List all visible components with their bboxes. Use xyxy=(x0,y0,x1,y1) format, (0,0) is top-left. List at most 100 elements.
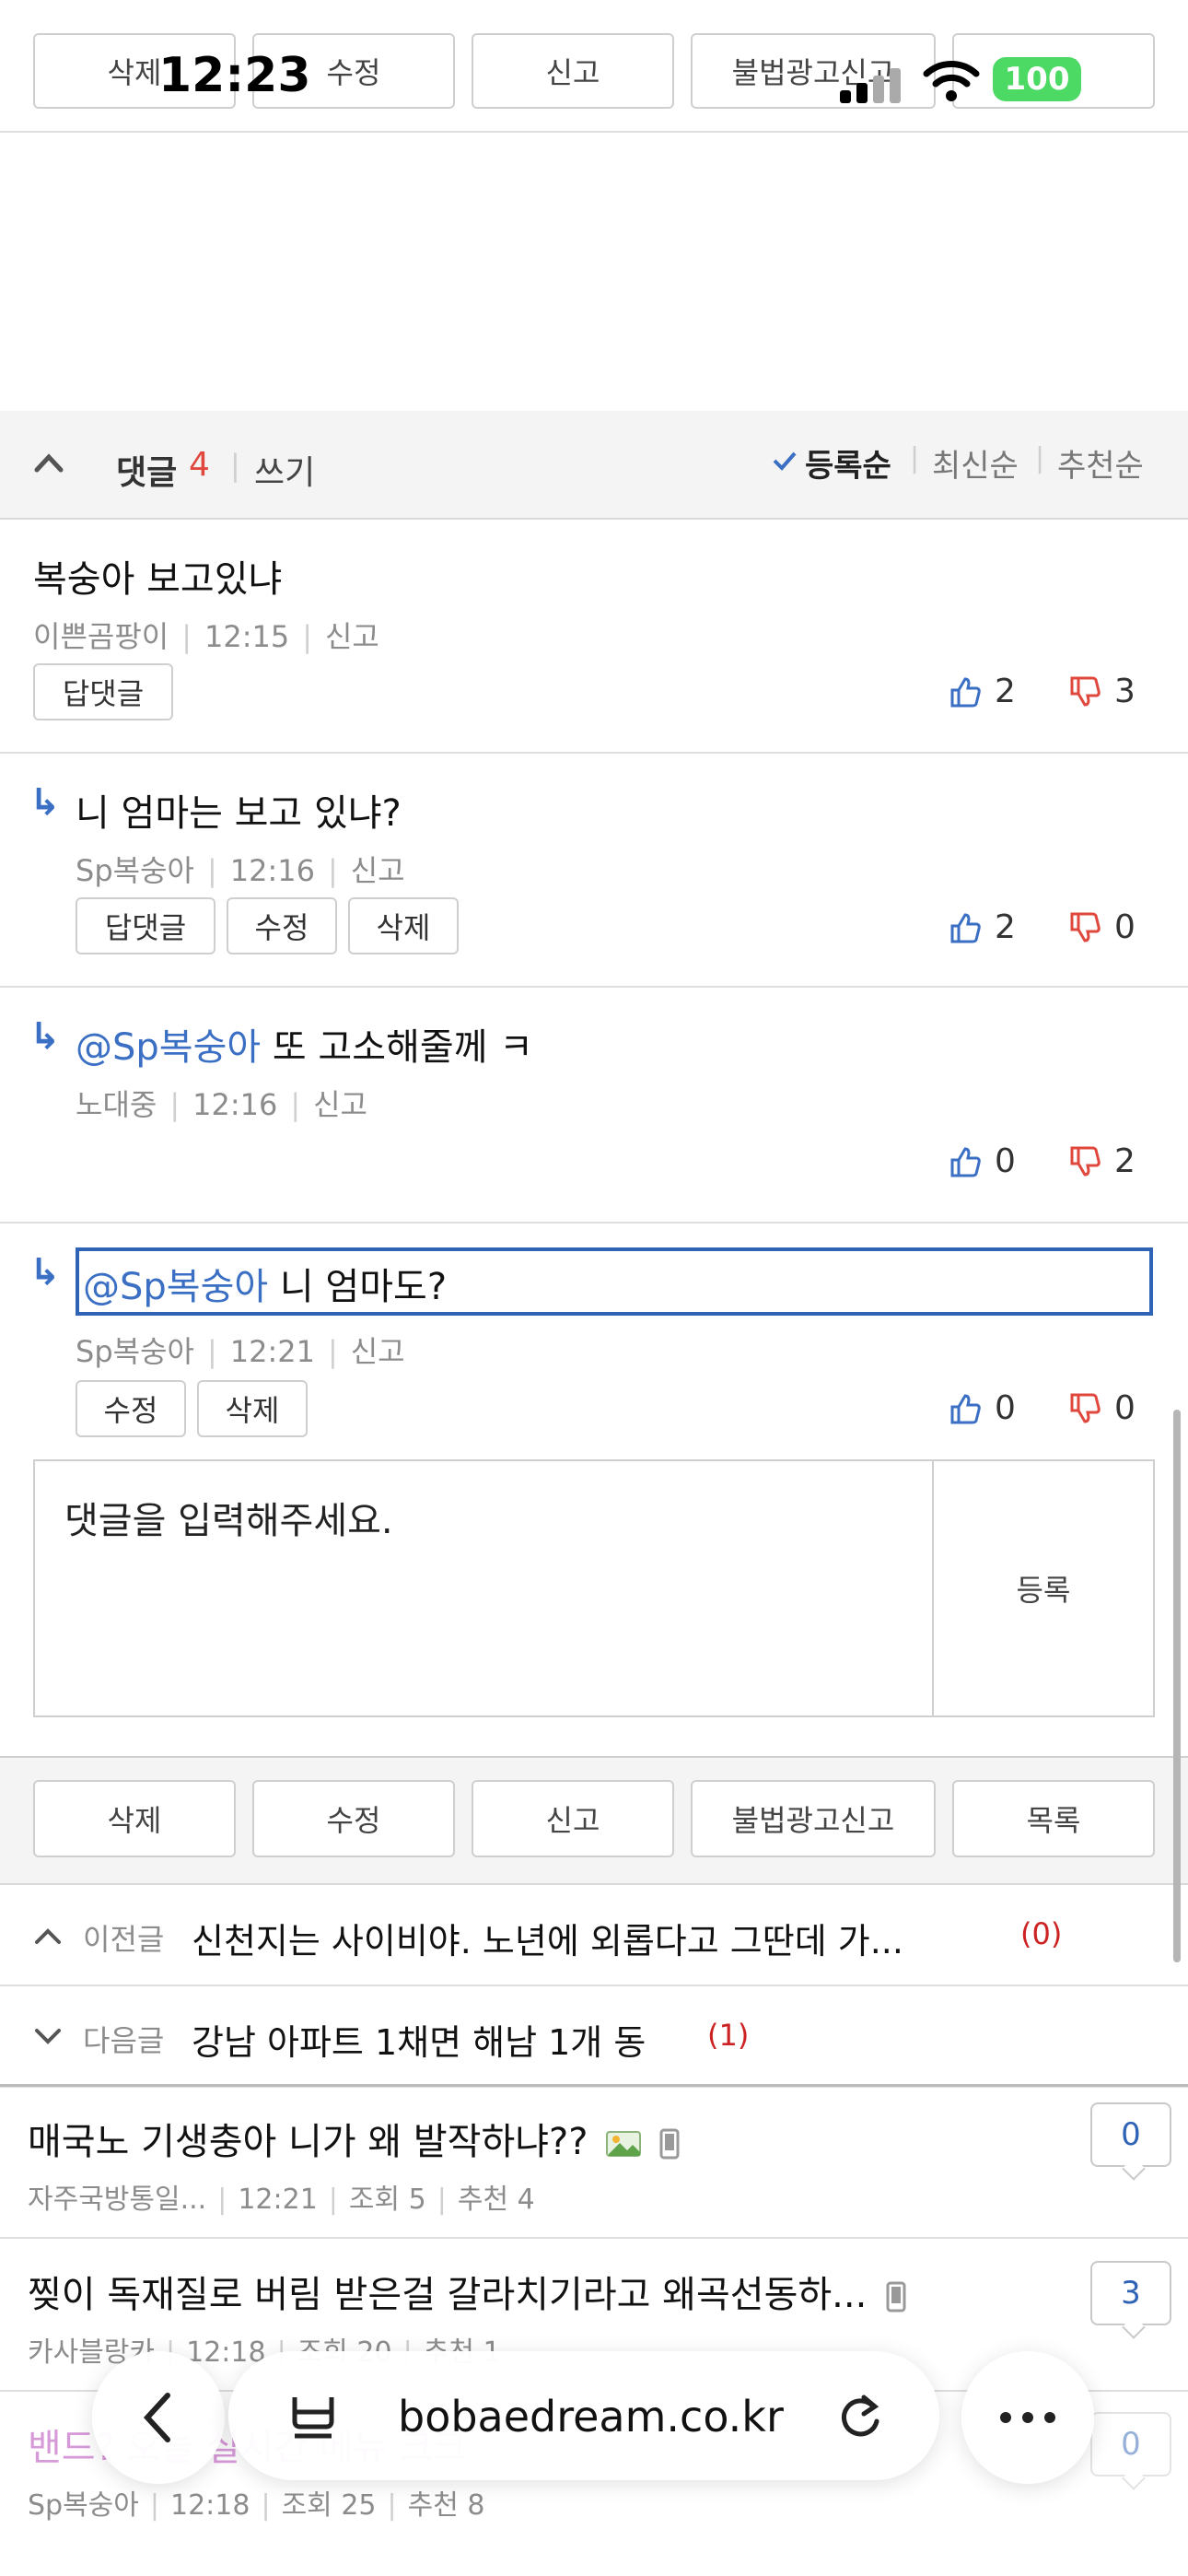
comment-author[interactable]: 이쁜곰팡이 xyxy=(33,619,169,654)
comment-time: 12:16 xyxy=(229,853,315,888)
comment-count-badge[interactable]: 0 xyxy=(1090,2102,1171,2167)
comment-time: 12:21 xyxy=(229,1334,315,1369)
sort-latest[interactable]: 최신순 xyxy=(932,440,1019,486)
comment-text: @Sp복숭아 니 엄마도? xyxy=(83,1257,447,1310)
divider xyxy=(0,131,1188,133)
next-post-title[interactable]: 강남 아파트 1채면 해남 1개 동 xyxy=(192,2014,646,2065)
cellular-signal-icon xyxy=(840,68,901,103)
downvote-count: 2 xyxy=(1114,1142,1136,1180)
reply-button[interactable]: 답댓글 xyxy=(76,897,215,954)
back-button[interactable] xyxy=(92,2351,225,2484)
upvote-button[interactable]: 2 xyxy=(949,673,1016,710)
sort-recommended[interactable]: 추천순 xyxy=(1057,440,1144,486)
edit-post-button[interactable]: 수정 xyxy=(252,1780,455,1857)
mention-link[interactable]: @Sp복숭아 xyxy=(83,1266,268,1308)
url-text[interactable]: bobaedream.co.kr xyxy=(398,2392,784,2441)
next-post-comment-count: (1) xyxy=(707,2018,750,2053)
delete-button[interactable]: 삭제 xyxy=(348,897,459,954)
divider xyxy=(0,752,1188,754)
mention-link[interactable]: @Sp복숭아 xyxy=(76,1026,261,1069)
next-post-row[interactable]: 다음글 강남 아파트 1채면 해남 1개 동 (1) xyxy=(0,1985,1188,2088)
delete-button[interactable]: 삭제 xyxy=(197,1380,308,1437)
prev-post-title[interactable]: 신천지는 사이비야. 노년에 외롭다고 그딴데 가... xyxy=(192,1913,903,1963)
tabs-icon[interactable] xyxy=(289,2392,337,2440)
more-dots-icon xyxy=(1000,2412,1055,2423)
comment-report-link[interactable]: 신고 xyxy=(351,853,405,888)
divider xyxy=(0,1222,1188,1224)
comment-author[interactable]: Sp복숭아 xyxy=(76,853,194,888)
sort-registered[interactable]: 등록순 xyxy=(805,440,891,486)
comment-count-badge[interactable]: 3 xyxy=(1090,2261,1171,2325)
submit-comment-button[interactable]: 등록 xyxy=(934,1461,1153,1715)
comment-body: 니 엄마도? xyxy=(279,1266,448,1308)
edit-button[interactable]: 수정 xyxy=(227,897,337,954)
upvote-count: 2 xyxy=(995,908,1016,946)
comment-report-link[interactable]: 신고 xyxy=(313,1087,367,1122)
report-post-button[interactable]: 신고 xyxy=(472,1780,674,1857)
image-icon xyxy=(606,2131,642,2157)
reply-arrow-icon: ↳ xyxy=(29,1251,61,1294)
upvote-button[interactable]: 0 xyxy=(949,1389,1016,1427)
comment-count-badge[interactable]: 0 xyxy=(1090,2412,1171,2476)
comment-report-link[interactable]: 신고 xyxy=(325,619,379,654)
comment-text: 복숭아 보고있냐 xyxy=(33,558,283,601)
top-report-button[interactable]: 신고 xyxy=(472,33,674,109)
upvote-count: 2 xyxy=(995,673,1016,710)
upvote-button[interactable]: 0 xyxy=(949,1142,1016,1180)
comment-input[interactable]: 댓글을 입력해주세요. xyxy=(64,1491,393,1544)
illegal-ad-report-button[interactable]: 불법광고신고 xyxy=(691,1780,936,1857)
comment-count: 4 xyxy=(189,446,210,484)
comment-author[interactable]: 노대중 xyxy=(76,1087,157,1122)
status-time: 12:23 xyxy=(158,48,311,103)
separator: | xyxy=(910,442,920,474)
downvote-count: 0 xyxy=(1114,1389,1136,1427)
edit-button[interactable]: 수정 xyxy=(76,1380,186,1437)
delete-post-button[interactable]: 삭제 xyxy=(33,1780,236,1857)
post-author[interactable]: Sp복숭아 xyxy=(28,2489,139,2522)
reload-icon[interactable] xyxy=(836,2392,884,2441)
downvote-button[interactable]: 2 xyxy=(1068,1142,1136,1180)
next-post-label: 다음글 xyxy=(83,2023,165,2058)
comment-body: 또 고소해줄께 ㅋ xyxy=(272,1026,533,1069)
list-button[interactable]: 목록 xyxy=(952,1780,1155,1857)
post-recommend: 추천 4 xyxy=(457,2184,535,2216)
prev-post-row[interactable]: 이전글 신천지는 사이비야. 노년에 외롭다고 그딴데 가... (0) xyxy=(0,1883,1188,1986)
downvote-button[interactable]: 3 xyxy=(1068,673,1136,710)
reply-arrow-icon: ↳ xyxy=(29,1015,61,1058)
address-bar[interactable]: bobaedream.co.kr xyxy=(228,2351,939,2480)
comment-meta: 이쁜곰팡이 | 12:15 | 신고 xyxy=(33,619,379,654)
post-title-text: 매국노 기생충아 니가 왜 발작하냐?? xyxy=(28,2121,588,2163)
scrollbar-thumb[interactable] xyxy=(1173,1410,1181,1962)
chevron-down-icon xyxy=(35,2029,61,2044)
divider xyxy=(0,2084,1188,2087)
comment-meta: Sp복숭아 | 12:21 | 신고 xyxy=(76,1334,405,1369)
post-recommend: 추천 8 xyxy=(407,2489,485,2522)
comment-author[interactable]: Sp복숭아 xyxy=(76,1334,194,1369)
comment-form: 댓글을 입력해주세요. 등록 xyxy=(33,1459,1155,1717)
post-author[interactable]: 자주국방통일... xyxy=(28,2184,206,2216)
reply-arrow-icon: ↳ xyxy=(29,781,61,824)
reply-button[interactable]: 답댓글 xyxy=(33,663,173,720)
post-meta: Sp복숭아 | 12:18 | 조회 25 | 추천 8 xyxy=(28,2489,485,2522)
upvote-count: 0 xyxy=(995,1142,1016,1180)
thumbs-up-icon xyxy=(950,1393,981,1423)
wifi-icon xyxy=(923,61,980,101)
post-title[interactable]: 찢이 독재질로 버림 받은걸 갈라치기라고 왜곡선동하... xyxy=(28,2265,906,2318)
post-title-text: 찢이 독재질로 버림 받은걸 갈라치기라고 왜곡선동하... xyxy=(28,2274,868,2316)
comment-report-link[interactable]: 신고 xyxy=(351,1334,405,1369)
comment-meta: 노대중 | 12:16 | 신고 xyxy=(76,1087,367,1122)
post-title[interactable]: 매국노 기생충아 니가 왜 발작하냐?? xyxy=(28,2112,680,2165)
battery-indicator: 100 xyxy=(993,57,1081,101)
checkmark-icon xyxy=(773,451,797,471)
bottom-action-bar: 삭제 수정 신고 불법광고신고 목록 xyxy=(0,1756,1188,1885)
downvote-button[interactable]: 0 xyxy=(1068,1389,1136,1427)
chevron-up-icon[interactable] xyxy=(33,451,64,474)
mobile-icon xyxy=(886,2281,906,2313)
upvote-count: 0 xyxy=(995,1389,1016,1427)
more-options-button[interactable] xyxy=(961,2351,1094,2484)
comment-time: 12:15 xyxy=(204,619,290,654)
divider xyxy=(0,986,1188,988)
upvote-button[interactable]: 2 xyxy=(949,908,1016,946)
write-comment-link[interactable]: 쓰기 xyxy=(254,446,315,494)
downvote-button[interactable]: 0 xyxy=(1068,908,1136,946)
